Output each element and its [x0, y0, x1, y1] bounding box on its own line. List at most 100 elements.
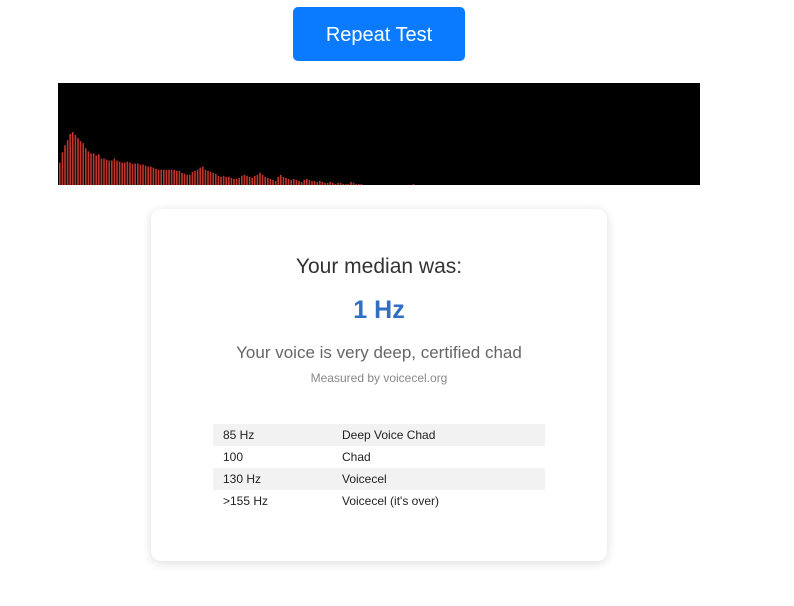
spectrum-bar [196, 169, 199, 185]
spectrum-bar [243, 174, 246, 185]
spectrum-bar [163, 169, 165, 185]
spectrum-bar [129, 162, 131, 185]
table-row: >155 Hz Voicecel (it's over) [213, 490, 545, 512]
spectrum-bar [87, 151, 90, 185]
spectrum-bar [251, 177, 253, 185]
spectrum-bar [264, 176, 266, 185]
median-value: 1 Hz [353, 296, 405, 324]
spectrum-bar [277, 176, 279, 185]
spectrum-bar [95, 155, 97, 185]
spectrum-bar [233, 178, 235, 185]
spectrum-bar [186, 174, 188, 185]
spectrum-bar [157, 169, 160, 185]
spectrum-bar [295, 179, 298, 185]
spectrum-bar [311, 180, 313, 185]
spectrum-bar [350, 181, 352, 185]
spectrum-bar [134, 163, 136, 185]
spectrum-bar [139, 164, 142, 185]
spectrum-bar [316, 181, 318, 185]
spectrum-bar [155, 168, 157, 185]
category-cell: Voicecel (it's over) [342, 494, 439, 508]
spectrum-bar [225, 176, 227, 185]
spectrum-bar [337, 182, 339, 185]
spectrum-bar [181, 172, 183, 185]
spectrum-bar [61, 152, 64, 185]
spectrum-bar [339, 182, 342, 185]
spectrum-bar [121, 162, 123, 185]
category-cell: Deep Voice Chad [332, 424, 545, 446]
spectrum-bar [64, 145, 66, 185]
spectrum-bar [189, 174, 191, 185]
spectrum-bar [321, 181, 324, 185]
category-cell: Voicecel [332, 468, 545, 490]
spectrum-bar [313, 180, 316, 185]
median-label: Your median was: [295, 255, 463, 278]
spectrum-bar [235, 178, 238, 185]
spectrum-bar [59, 162, 61, 185]
spectrum-bar [116, 160, 118, 185]
spectrum-bar [126, 161, 129, 185]
spectrum-bar [222, 175, 225, 185]
spectrum-bar [82, 143, 84, 185]
spectrum-bar [212, 172, 214, 185]
spectrum-bar [287, 178, 290, 185]
spectrum-bar [293, 178, 295, 185]
spectrum-bar [131, 163, 134, 185]
spectrum-bar [160, 169, 162, 185]
spectrum-bar [285, 177, 287, 185]
spectrum-bar [269, 178, 272, 185]
spectrum-bar [191, 171, 194, 185]
frequency-cell: 130 Hz [213, 468, 332, 490]
spectrum-bar [246, 175, 248, 185]
spectrum-bar [137, 163, 139, 185]
spectrum-bar [173, 169, 175, 185]
spectrum-bar [412, 183, 415, 185]
spectrum-bar [282, 176, 285, 185]
spectrum-bar [147, 166, 149, 185]
spectrum-bar [105, 159, 108, 185]
spectrum-bar [342, 183, 344, 185]
spectrum-bar [124, 162, 126, 185]
spectrum-bar [113, 158, 116, 185]
spectrum-bar [72, 131, 74, 185]
spectrum-bar [103, 158, 105, 185]
spectrum-bar [360, 183, 363, 185]
spectrum-bar [183, 173, 186, 185]
frequency-spectrum-visualizer [58, 83, 700, 185]
spectrum-bar [280, 174, 282, 185]
spectrum-bar [194, 170, 196, 185]
spectrum-bar [248, 176, 251, 185]
spectrum-bar [100, 158, 103, 185]
spectrum-bar [230, 177, 233, 185]
spectrum-bar [303, 179, 305, 185]
spectrum-bar [142, 164, 144, 185]
spectrum-bar [150, 166, 152, 185]
spectrum-bar [152, 167, 155, 185]
source-credit: Measured by voicecel.org [310, 371, 448, 385]
spectrum-bar [345, 183, 347, 185]
spectrum-bar [111, 160, 113, 185]
spectrum-bar [92, 153, 95, 185]
spectrum-bar [178, 170, 181, 185]
spectrum-bar [215, 173, 217, 185]
spectrum-bar [165, 169, 168, 185]
spectrum-bar [326, 182, 329, 185]
table-row: 130 Hz Voicecel [213, 468, 545, 490]
spectrum-bar [267, 177, 269, 185]
spectrum-bar [228, 176, 230, 185]
spectrum-bar [98, 154, 100, 185]
spectrum-bar [202, 166, 204, 185]
spectrum-bar [324, 182, 326, 185]
spectrum-bar [332, 182, 334, 185]
verdict-text: Your voice is very deep, certified chad [236, 343, 522, 362]
repeat-test-button[interactable]: Repeat Test [293, 7, 465, 61]
spectrum-bar [199, 167, 201, 185]
table-row: 85 Hz Deep Voice Chad [213, 424, 545, 446]
frequency-cell: >155 Hz [223, 494, 269, 508]
spectrum-bar [352, 182, 355, 185]
spectrum-bar [334, 183, 337, 185]
spectrum-bar [209, 171, 212, 185]
spectrum-bar [347, 183, 350, 185]
table-row: 100 Chad [213, 446, 545, 468]
spectrum-bar [74, 135, 77, 185]
